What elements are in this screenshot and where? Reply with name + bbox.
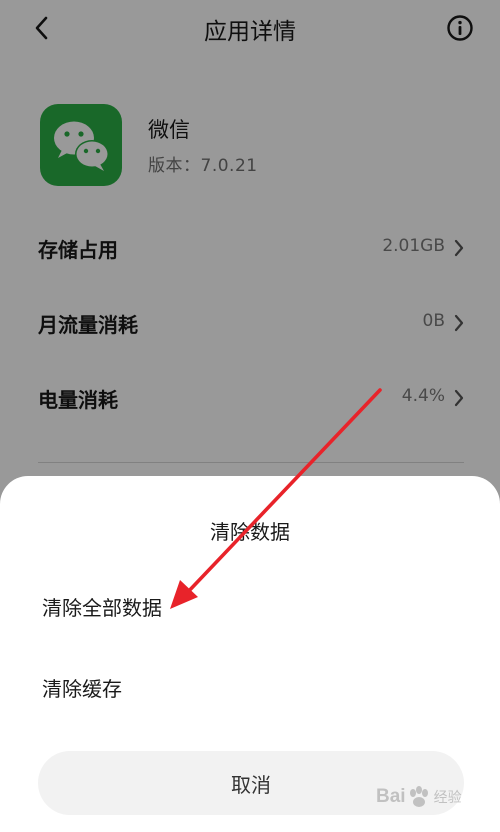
sheet-title: 清除数据 — [210, 520, 290, 544]
baidu-watermark: Bai 经验 — [376, 776, 496, 818]
clear-all-data-option[interactable]: 清除全部数据 — [42, 592, 162, 621]
clear-cache-option[interactable]: 清除缓存 — [42, 673, 122, 702]
paw-icon — [409, 786, 428, 807]
